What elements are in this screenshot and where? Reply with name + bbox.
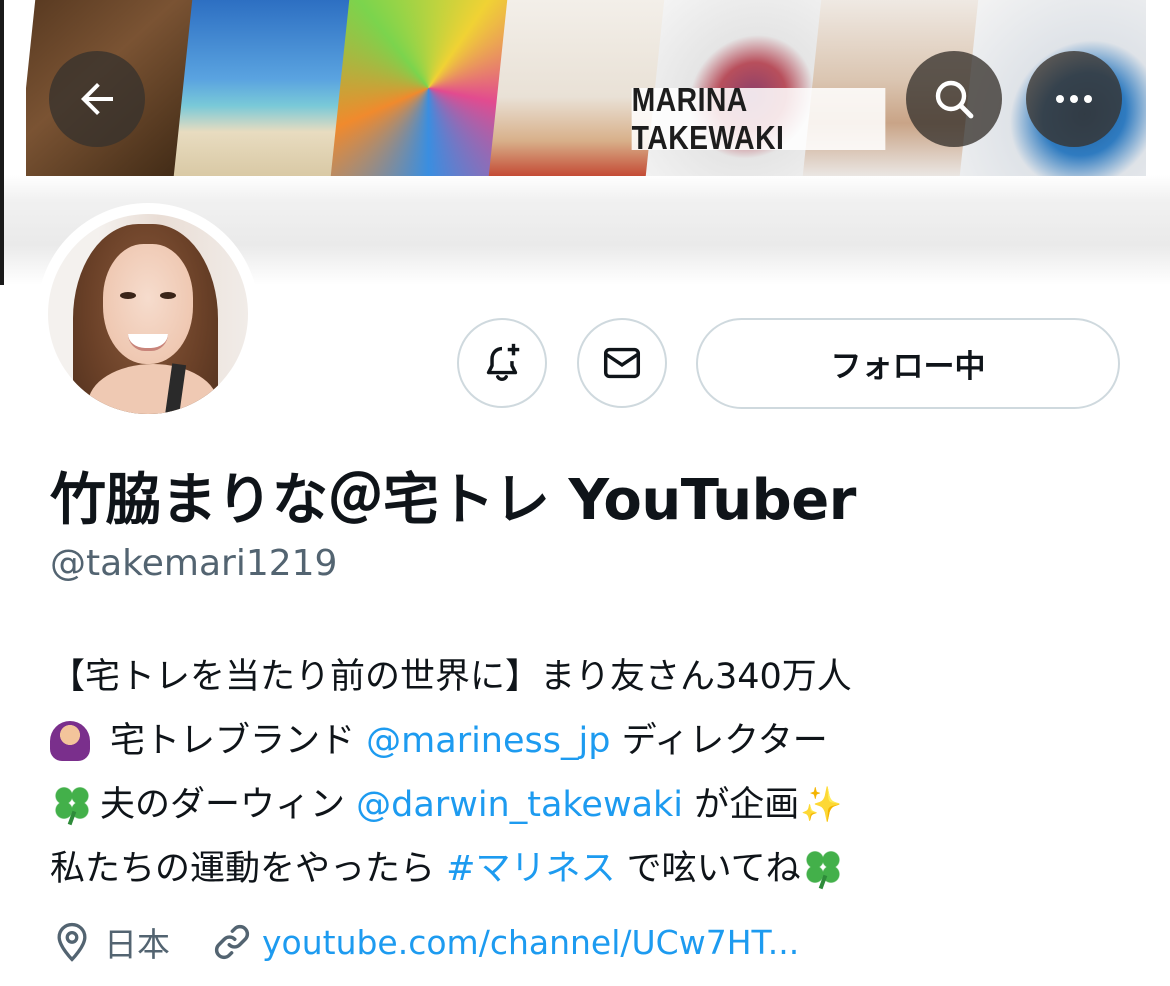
bio-text: 【宅トレを当たり前の世界に】まり友さん340万人 — [50, 657, 852, 697]
envelope-icon — [603, 347, 641, 379]
bio-text: ディレクター — [621, 721, 828, 761]
search-button[interactable] — [906, 51, 1002, 147]
mention-link-darwin[interactable]: @darwin_takewaki — [356, 773, 683, 837]
back-button[interactable] — [49, 51, 145, 147]
person-gesturing-ok-emoji-icon — [50, 721, 90, 761]
link-icon — [214, 924, 250, 960]
banner-title: MARINA TAKEWAKI — [631, 81, 886, 156]
bio-line: 【宅トレを当たり前の世界に】まり友さん340万人 — [50, 645, 1150, 709]
notifications-button[interactable] — [457, 318, 547, 408]
user-handle: @takemari1219 — [50, 543, 338, 584]
location-text: 日本 — [104, 925, 170, 964]
back-arrow-icon — [81, 83, 113, 115]
bio-text: 夫のダーウィン — [100, 785, 346, 825]
website-link[interactable]: youtube.com/channel/UCw7HT... — [262, 923, 799, 962]
message-button[interactable] — [577, 318, 667, 408]
bio-line: 夫のダーウィン @darwin_takewaki が企画 ✨ — [50, 773, 1150, 837]
avatar-photo — [48, 214, 248, 414]
more-button[interactable] — [1026, 51, 1122, 147]
bio-text: で呟いてね — [626, 849, 801, 889]
avatar-eye — [160, 292, 176, 299]
hashtag-link-mariness[interactable]: #マリネス — [446, 837, 615, 901]
avatar-eye — [120, 292, 136, 299]
sparkles-emoji-icon: ✨ — [800, 785, 843, 825]
following-button[interactable]: フォロー中 — [696, 318, 1120, 409]
bell-plus-icon — [486, 343, 520, 382]
shamrock-emoji-icon — [50, 783, 94, 827]
bio-text: が企画 — [694, 785, 800, 825]
bio-line: 私たちの運動をやったら #マリネス で呟いてね — [50, 837, 1150, 901]
bio-text: 宅トレブランド — [110, 721, 356, 761]
display-name: 竹脇まりな＠宅トレ YouTuber — [50, 468, 856, 533]
profile-avatar[interactable] — [37, 203, 259, 425]
search-icon — [935, 80, 974, 119]
bio-text: 私たちの運動をやったら — [50, 849, 436, 889]
profile-bio: 【宅トレを当たり前の世界に】まり友さん340万人 宅トレブランド @marine… — [50, 645, 1150, 901]
shamrock-emoji-icon — [801, 847, 845, 891]
more-icon — [1056, 95, 1092, 103]
mention-link-mariness[interactable]: @mariness_jp — [366, 709, 610, 773]
banner-edge — [0, 0, 4, 285]
location-pin-icon — [57, 922, 87, 962]
bio-line: 宅トレブランド @mariness_jp ディレクター — [50, 709, 1150, 773]
profile-meta-row: 日本 youtube.com/channel/UCw7HT... — [50, 914, 799, 970]
